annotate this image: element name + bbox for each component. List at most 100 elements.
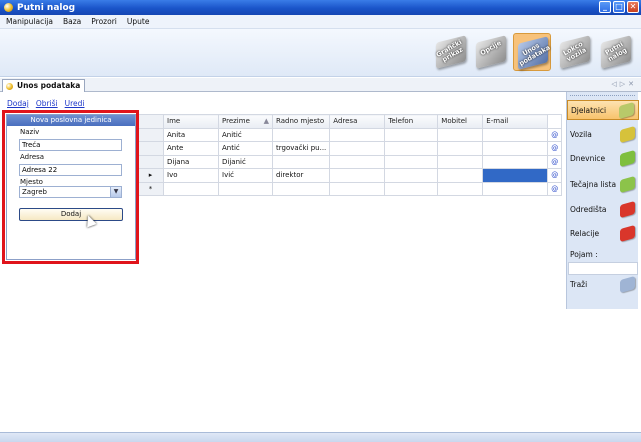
destination-icon bbox=[620, 200, 635, 219]
cell-mobitel[interactable] bbox=[437, 154, 484, 169]
menu-bar: Manipulacija Baza Prozori Upute bbox=[0, 15, 641, 29]
cell-prezime[interactable]: Antić bbox=[218, 141, 273, 156]
row-header[interactable] bbox=[137, 141, 164, 156]
delete-link[interactable]: Obriši bbox=[36, 99, 58, 108]
cell-email[interactable] bbox=[482, 127, 549, 142]
cell-prezime[interactable]: Anitić bbox=[218, 127, 273, 142]
ribbon-putni-nalog-button[interactable]: Putni nalog bbox=[597, 33, 635, 71]
add-link[interactable]: Dodaj bbox=[7, 99, 29, 108]
cell-ime[interactable] bbox=[163, 181, 219, 196]
search-input[interactable] bbox=[568, 262, 638, 275]
cell-adresa[interactable] bbox=[329, 181, 386, 196]
email-icon[interactable]: @ bbox=[547, 181, 563, 196]
cell-mobitel[interactable] bbox=[437, 168, 484, 183]
email-icon[interactable]: @ bbox=[547, 141, 563, 156]
tab-unos-podataka[interactable]: Unos podataka bbox=[2, 79, 86, 92]
naziv-field[interactable] bbox=[19, 139, 122, 151]
cell-email[interactable] bbox=[482, 181, 549, 196]
nav-item-dnevnice[interactable]: Dnevnice bbox=[567, 149, 639, 169]
column-header-radno-mjesto[interactable]: Radno mjesto bbox=[271, 114, 331, 129]
car-icon bbox=[620, 125, 635, 144]
mjesto-select[interactable]: Zagreb ▼ bbox=[19, 186, 122, 198]
document-tab-strip: Unos podataka ◁▷✕ bbox=[0, 78, 641, 92]
naziv-label: Naziv bbox=[20, 128, 40, 136]
cell-radno-mjesto[interactable] bbox=[271, 181, 331, 196]
ribbon-graficki-prikaz-button[interactable]: Grafički prikaz bbox=[432, 33, 470, 71]
cell-adresa[interactable] bbox=[329, 127, 386, 142]
table-row[interactable]: Ante Antić trgovački pu... @ bbox=[137, 141, 563, 156]
new-row[interactable]: * @ bbox=[137, 181, 563, 196]
cell-ime[interactable]: Dijana bbox=[163, 154, 219, 169]
cell-telefon[interactable] bbox=[384, 141, 439, 156]
cell-ime[interactable]: Ivo bbox=[163, 168, 219, 183]
ribbon-unos-podataka-button[interactable]: Unos podataka bbox=[513, 33, 552, 71]
column-header-email[interactable]: E-mail bbox=[482, 114, 549, 129]
new-business-unit-form: Nova poslovna jedinica Naziv Adresa Mjes… bbox=[6, 114, 136, 260]
nav-item-odredista[interactable]: Odredišta bbox=[567, 200, 639, 220]
ribbon-lokco-vozila-button[interactable]: Lokco vozila bbox=[556, 33, 594, 71]
cell-mobitel[interactable] bbox=[437, 181, 484, 196]
close-button[interactable]: ✕ bbox=[627, 1, 639, 13]
form-title: Nova poslovna jedinica bbox=[7, 115, 135, 126]
window-title: Putni nalog bbox=[17, 2, 76, 13]
column-header-telefon[interactable]: Telefon bbox=[384, 114, 439, 129]
table-row[interactable]: ▸ Ivo Ivić direktor @ bbox=[137, 168, 563, 183]
app-icon bbox=[4, 3, 13, 12]
adresa-field[interactable] bbox=[19, 164, 122, 176]
email-icon[interactable]: @ bbox=[547, 154, 563, 169]
email-icon[interactable]: @ bbox=[547, 168, 563, 183]
minimize-button[interactable]: _ bbox=[599, 1, 611, 13]
nav-item-djelatnici[interactable]: Djelatnici bbox=[567, 100, 639, 120]
column-header-mobitel[interactable]: Mobitel bbox=[437, 114, 484, 129]
search-button[interactable]: Traži bbox=[567, 275, 639, 295]
cell-ime[interactable]: Anita bbox=[163, 127, 219, 142]
route-icon bbox=[620, 224, 635, 243]
nav-item-vozila[interactable]: Vozila bbox=[567, 125, 639, 145]
cell-adresa[interactable] bbox=[329, 168, 386, 183]
cell-prezime[interactable]: Ivić bbox=[218, 168, 273, 183]
row-header[interactable] bbox=[137, 127, 164, 142]
table-row[interactable]: Dijana Dijanić @ bbox=[137, 154, 563, 169]
cell-radno-mjesto[interactable] bbox=[271, 127, 331, 142]
cell-mobitel[interactable] bbox=[437, 127, 484, 142]
column-header-adresa[interactable]: Adresa bbox=[329, 114, 386, 129]
menu-prozori[interactable]: Prozori bbox=[91, 17, 117, 26]
cell-telefon[interactable] bbox=[384, 181, 439, 196]
column-header-ime[interactable]: Ime bbox=[163, 114, 219, 129]
edit-link[interactable]: Uredi bbox=[65, 99, 85, 108]
new-row-indicator[interactable]: * bbox=[137, 181, 164, 196]
cell-email[interactable] bbox=[482, 154, 549, 169]
cell-mobitel[interactable] bbox=[437, 141, 484, 156]
menu-manipulacija[interactable]: Manipulacija bbox=[6, 17, 53, 26]
row-header[interactable] bbox=[137, 154, 164, 169]
table-row[interactable]: Anita Anitić @ bbox=[137, 127, 563, 142]
cell-radno-mjesto[interactable] bbox=[271, 154, 331, 169]
cell-email[interactable] bbox=[482, 141, 549, 156]
cell-radno-mjesto[interactable]: direktor bbox=[271, 168, 331, 183]
chevron-down-icon[interactable]: ▼ bbox=[110, 187, 121, 197]
cell-telefon[interactable] bbox=[384, 168, 439, 183]
nav-item-relacije[interactable]: Relacije bbox=[567, 224, 639, 244]
cell-adresa[interactable] bbox=[329, 141, 386, 156]
column-header-prezime[interactable]: Prezime ▲ bbox=[218, 114, 273, 129]
current-row-indicator[interactable]: ▸ bbox=[137, 168, 164, 183]
ribbon-opcije-button[interactable]: Opcije bbox=[472, 33, 510, 71]
cell-email-selected[interactable] bbox=[482, 168, 549, 183]
email-icon[interactable]: @ bbox=[547, 127, 563, 142]
nav-item-tecajna-lista[interactable]: Tečajna lista bbox=[567, 175, 639, 195]
ribbon: Grafički prikaz Opcije Unos podataka Lok… bbox=[0, 29, 641, 77]
dodaj-button[interactable]: Dodaj bbox=[19, 208, 123, 221]
cell-radno-mjesto[interactable]: trgovački pu... bbox=[271, 141, 331, 156]
tab-navigation[interactable]: ◁▷✕ bbox=[611, 80, 637, 88]
cell-prezime[interactable]: Dijanić bbox=[218, 154, 273, 169]
cell-telefon[interactable] bbox=[384, 154, 439, 169]
cell-ime[interactable]: Ante bbox=[163, 141, 219, 156]
cell-prezime[interactable] bbox=[218, 181, 273, 196]
mjesto-label: Mjesto bbox=[20, 178, 43, 186]
search-icon bbox=[620, 275, 635, 294]
maximize-button[interactable]: □ bbox=[613, 1, 625, 13]
cell-adresa[interactable] bbox=[329, 154, 386, 169]
menu-upute[interactable]: Upute bbox=[127, 17, 150, 26]
cell-telefon[interactable] bbox=[384, 127, 439, 142]
menu-baza[interactable]: Baza bbox=[63, 17, 81, 26]
